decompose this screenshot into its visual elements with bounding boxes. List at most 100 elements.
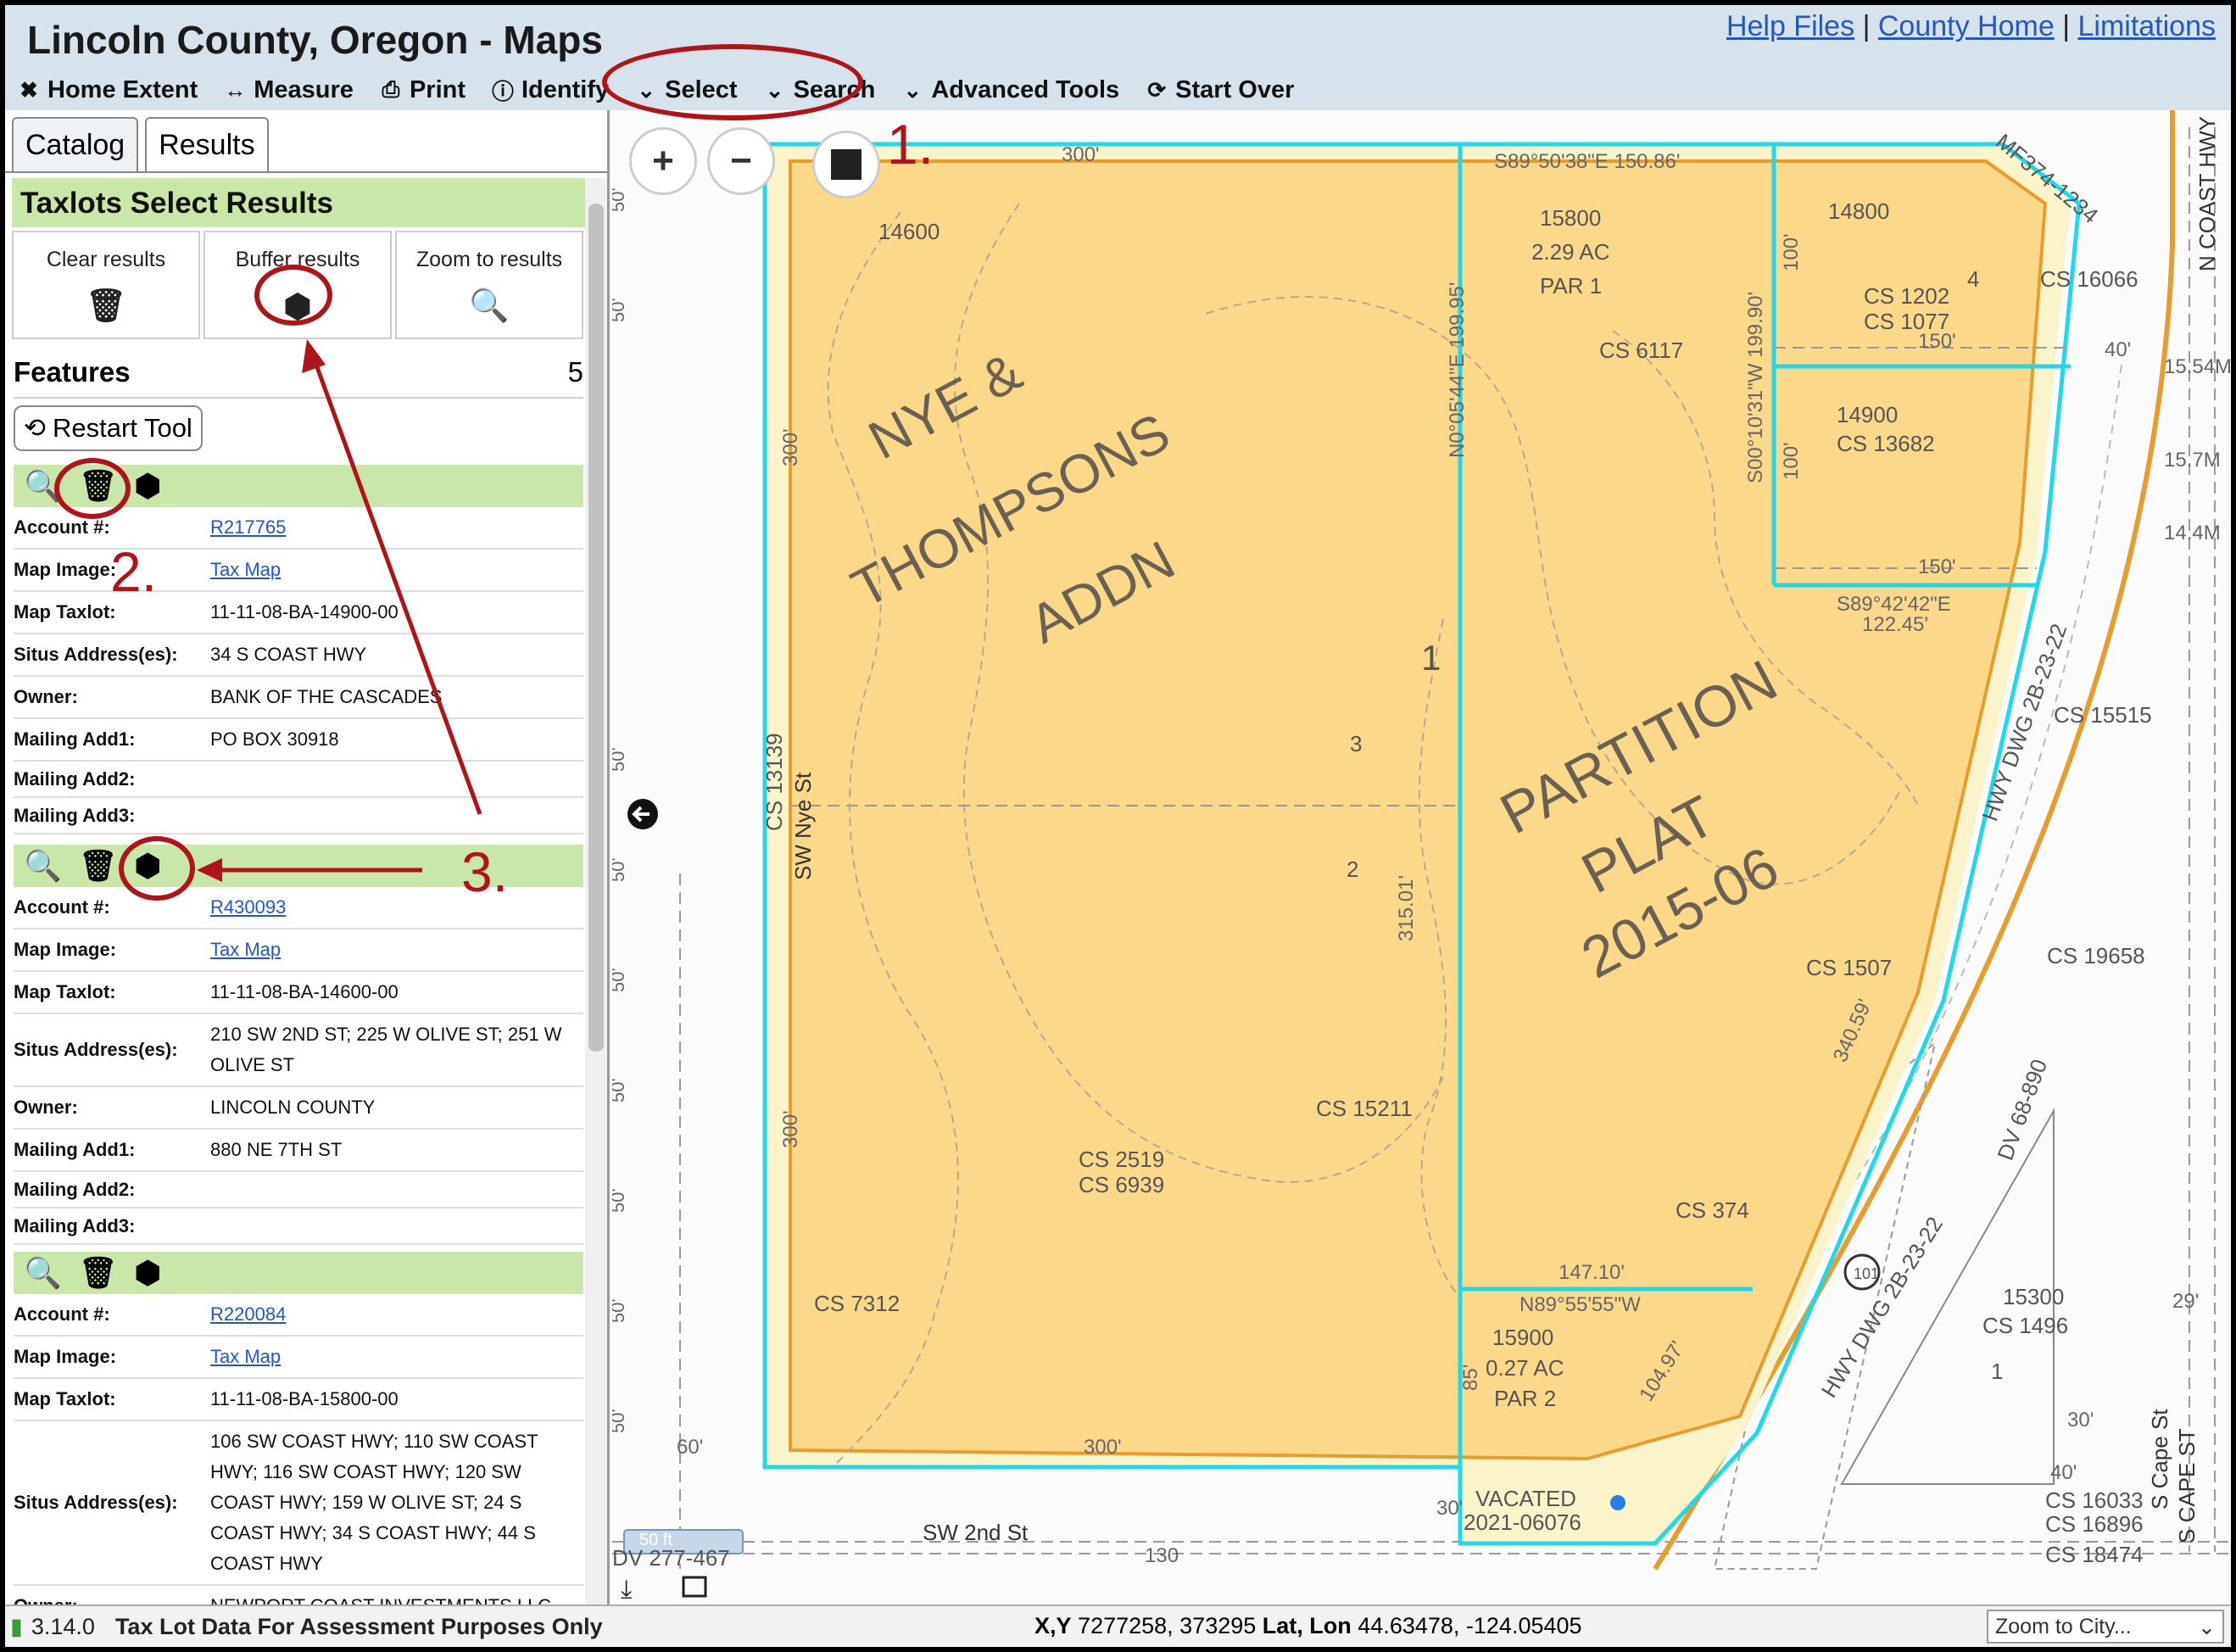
field-link[interactable]: R220084 (210, 1294, 583, 1335)
field-link[interactable]: R430093 (210, 887, 583, 928)
record-field-row: Mailing Add1: 880 NE 7TH ST (14, 1130, 583, 1172)
distance-label: 15.54M (2164, 355, 2231, 378)
map-label: CS 6939 (1079, 1172, 1164, 1197)
field-value: 210 SW 2ND ST; 225 W OLIVE ST; 251 W OLI… (210, 1024, 562, 1075)
zoom-in-button[interactable]: + (629, 127, 697, 195)
location-dot (1610, 1495, 1625, 1510)
link-separator: | (2062, 10, 2071, 42)
trash-icon: 🗑 (85, 288, 127, 324)
sidebar-scrollbar[interactable] (585, 178, 607, 1605)
map-label: 15300 (2003, 1284, 2064, 1309)
distance-label: 150' (1918, 555, 1956, 578)
record-trash-icon[interactable]: 🗑 (79, 1255, 118, 1291)
field-value: PO BOX 30918 (210, 728, 339, 750)
field-value (210, 1185, 583, 1195)
lot-number: 2 (1347, 857, 1358, 882)
distance-label: 30' (1436, 1497, 1463, 1520)
distance-label: 29' (2172, 1290, 2199, 1313)
field-label: Owner: (14, 1590, 210, 1605)
record-zoom-icon[interactable]: 🔍 (24, 1255, 62, 1291)
map-label: 14600 (878, 219, 940, 244)
map-label: CS 1507 (1806, 955, 1892, 980)
result-record: 🔍 🗑 ⬢ Account #: R217765 Map Image: Tax Map Map… (14, 465, 583, 877)
map-label: CS 16033 (2045, 1487, 2144, 1513)
map-label: 2.29 AC (1531, 239, 1610, 265)
record-field-row: Owner: LINCOLN COUNTY (14, 1087, 583, 1130)
sidebar-tabs: Catalog Results (12, 117, 276, 171)
bearing-label: N89°55'55"W (1519, 1293, 1641, 1316)
map-label: CS 18474 (2045, 1542, 2144, 1567)
field-value: BANK OF THE CASCADES (210, 686, 443, 707)
field-value: 106 SW COAST HWY; 110 SW COAST HWY; 116 … (210, 1431, 538, 1574)
restart-tool-button[interactable]: ⟲ Restart Tool (14, 405, 203, 451)
map-view[interactable]: NYE & THOMPSONS ADDN PARTITION PLAT 2015… (612, 110, 2231, 1605)
road-label: SW Nye St (790, 772, 816, 880)
map-label: CS 374 (1676, 1197, 1749, 1223)
distance-label: 300' (1084, 1436, 1122, 1459)
record-field-row: Map Image: Tax Map (14, 929, 583, 972)
map-label: PAR 2 (1494, 1386, 1556, 1411)
field-link[interactable]: Tax Map (210, 550, 583, 590)
stop-button[interactable] (812, 131, 880, 198)
record-field-row: Owner:NEWPORT COAST INVESTMENTS LLC (14, 1586, 583, 1605)
measure-button[interactable]: ↔ Measure (223, 76, 354, 104)
record-zoom-icon[interactable]: 🔍 (24, 848, 62, 884)
map-canvas[interactable]: NYE & THOMPSONS ADDN PARTITION PLAT 2015… (612, 110, 2231, 1605)
record-field-row: Mailing Add2: (14, 1172, 583, 1208)
field-label: Account #: (14, 896, 110, 918)
fullscreen-icon (682, 1576, 707, 1598)
app-title: Lincoln County, Oregon - Maps (27, 18, 603, 62)
distance-label: 100' (1780, 233, 1803, 271)
status-bar: ▮ 3.14.0 Tax Lot Data For Assessment Pur… (5, 1605, 2231, 1647)
road-label: SW 2nd St (923, 1520, 1029, 1545)
features-row: Features 5 (14, 348, 583, 399)
road-label: N COAST HWY (2194, 116, 2220, 271)
help-files-link[interactable]: Help Files (1726, 10, 1854, 42)
road-label: S CAPE ST (2174, 1428, 2200, 1543)
zoom-to-city-select[interactable]: Zoom to City... ⌄ (1987, 1610, 2224, 1644)
map-label: 1 (1991, 1359, 2003, 1384)
grid-tick-label: 50' (612, 1188, 628, 1213)
start-over-button[interactable]: ⟳ Start Over (1145, 76, 1294, 104)
annotation-circle-buffer (254, 265, 332, 326)
record-buffer-icon[interactable]: ⬢ (135, 468, 161, 504)
zoom-out-button[interactable]: − (707, 127, 775, 195)
record-toolbar: 🔍 🗑 ⬢ (14, 1252, 583, 1294)
identify-button[interactable]: ⓘ Identify (491, 75, 609, 106)
clear-results-button[interactable]: Clear results 🗑 (12, 231, 200, 339)
scrollbar-thumb[interactable] (588, 204, 604, 1052)
county-home-link[interactable]: County Home (1878, 10, 2055, 42)
clear-results-label: Clear results (46, 248, 166, 271)
print-button[interactable]: ⎙ Print (379, 76, 466, 104)
tab-catalog[interactable]: Catalog (12, 117, 139, 171)
annotation-number-1: 1. (887, 113, 934, 176)
distance-label: 40' (2105, 338, 2131, 361)
record-buffer-icon[interactable]: ⬢ (135, 1255, 161, 1291)
bearing-label: S89°42'42"E (1837, 593, 1951, 616)
bearing-label: N0°05'44"E 199.95' (1446, 282, 1469, 458)
field-value (210, 811, 583, 821)
field-link[interactable]: Tax Map (210, 929, 583, 970)
distance-label: 60' (677, 1436, 703, 1459)
field-link[interactable]: R217765 (210, 507, 583, 548)
map-label: 14800 (1828, 198, 1889, 224)
field-label: Situs Address(es): (14, 644, 178, 665)
record-field-row: Situs Address(es): 34 S COAST HWY (14, 634, 583, 677)
stop-icon (831, 149, 862, 180)
zoom-to-results-button[interactable]: Zoom to results 🔍 (395, 231, 583, 339)
home-extent-button[interactable]: ✖ Home Extent (17, 76, 198, 104)
info-icon: ⓘ (491, 78, 514, 104)
advanced-tools-menu[interactable]: ⌄ Advanced Tools (901, 76, 1119, 104)
map-label: HWY DWG 2B-23-22 (1816, 1212, 1948, 1402)
field-link[interactable]: Tax Map (210, 1337, 583, 1377)
distance-label: 15.7M (2164, 449, 2221, 472)
field-label: Account #: (14, 1303, 110, 1325)
map-label: 15900 (1492, 1325, 1553, 1350)
tab-results[interactable]: Results (145, 117, 269, 171)
record-trash-icon[interactable]: 🗑 (79, 848, 118, 884)
measure-label: Measure (254, 75, 354, 103)
limitations-link[interactable]: Limitations (2077, 10, 2216, 42)
map-label: CS 2519 (1079, 1147, 1164, 1172)
bearing-label: S89°50'38"E 150.86' (1494, 150, 1680, 173)
zoom-to-results-label: Zoom to results (415, 248, 563, 271)
